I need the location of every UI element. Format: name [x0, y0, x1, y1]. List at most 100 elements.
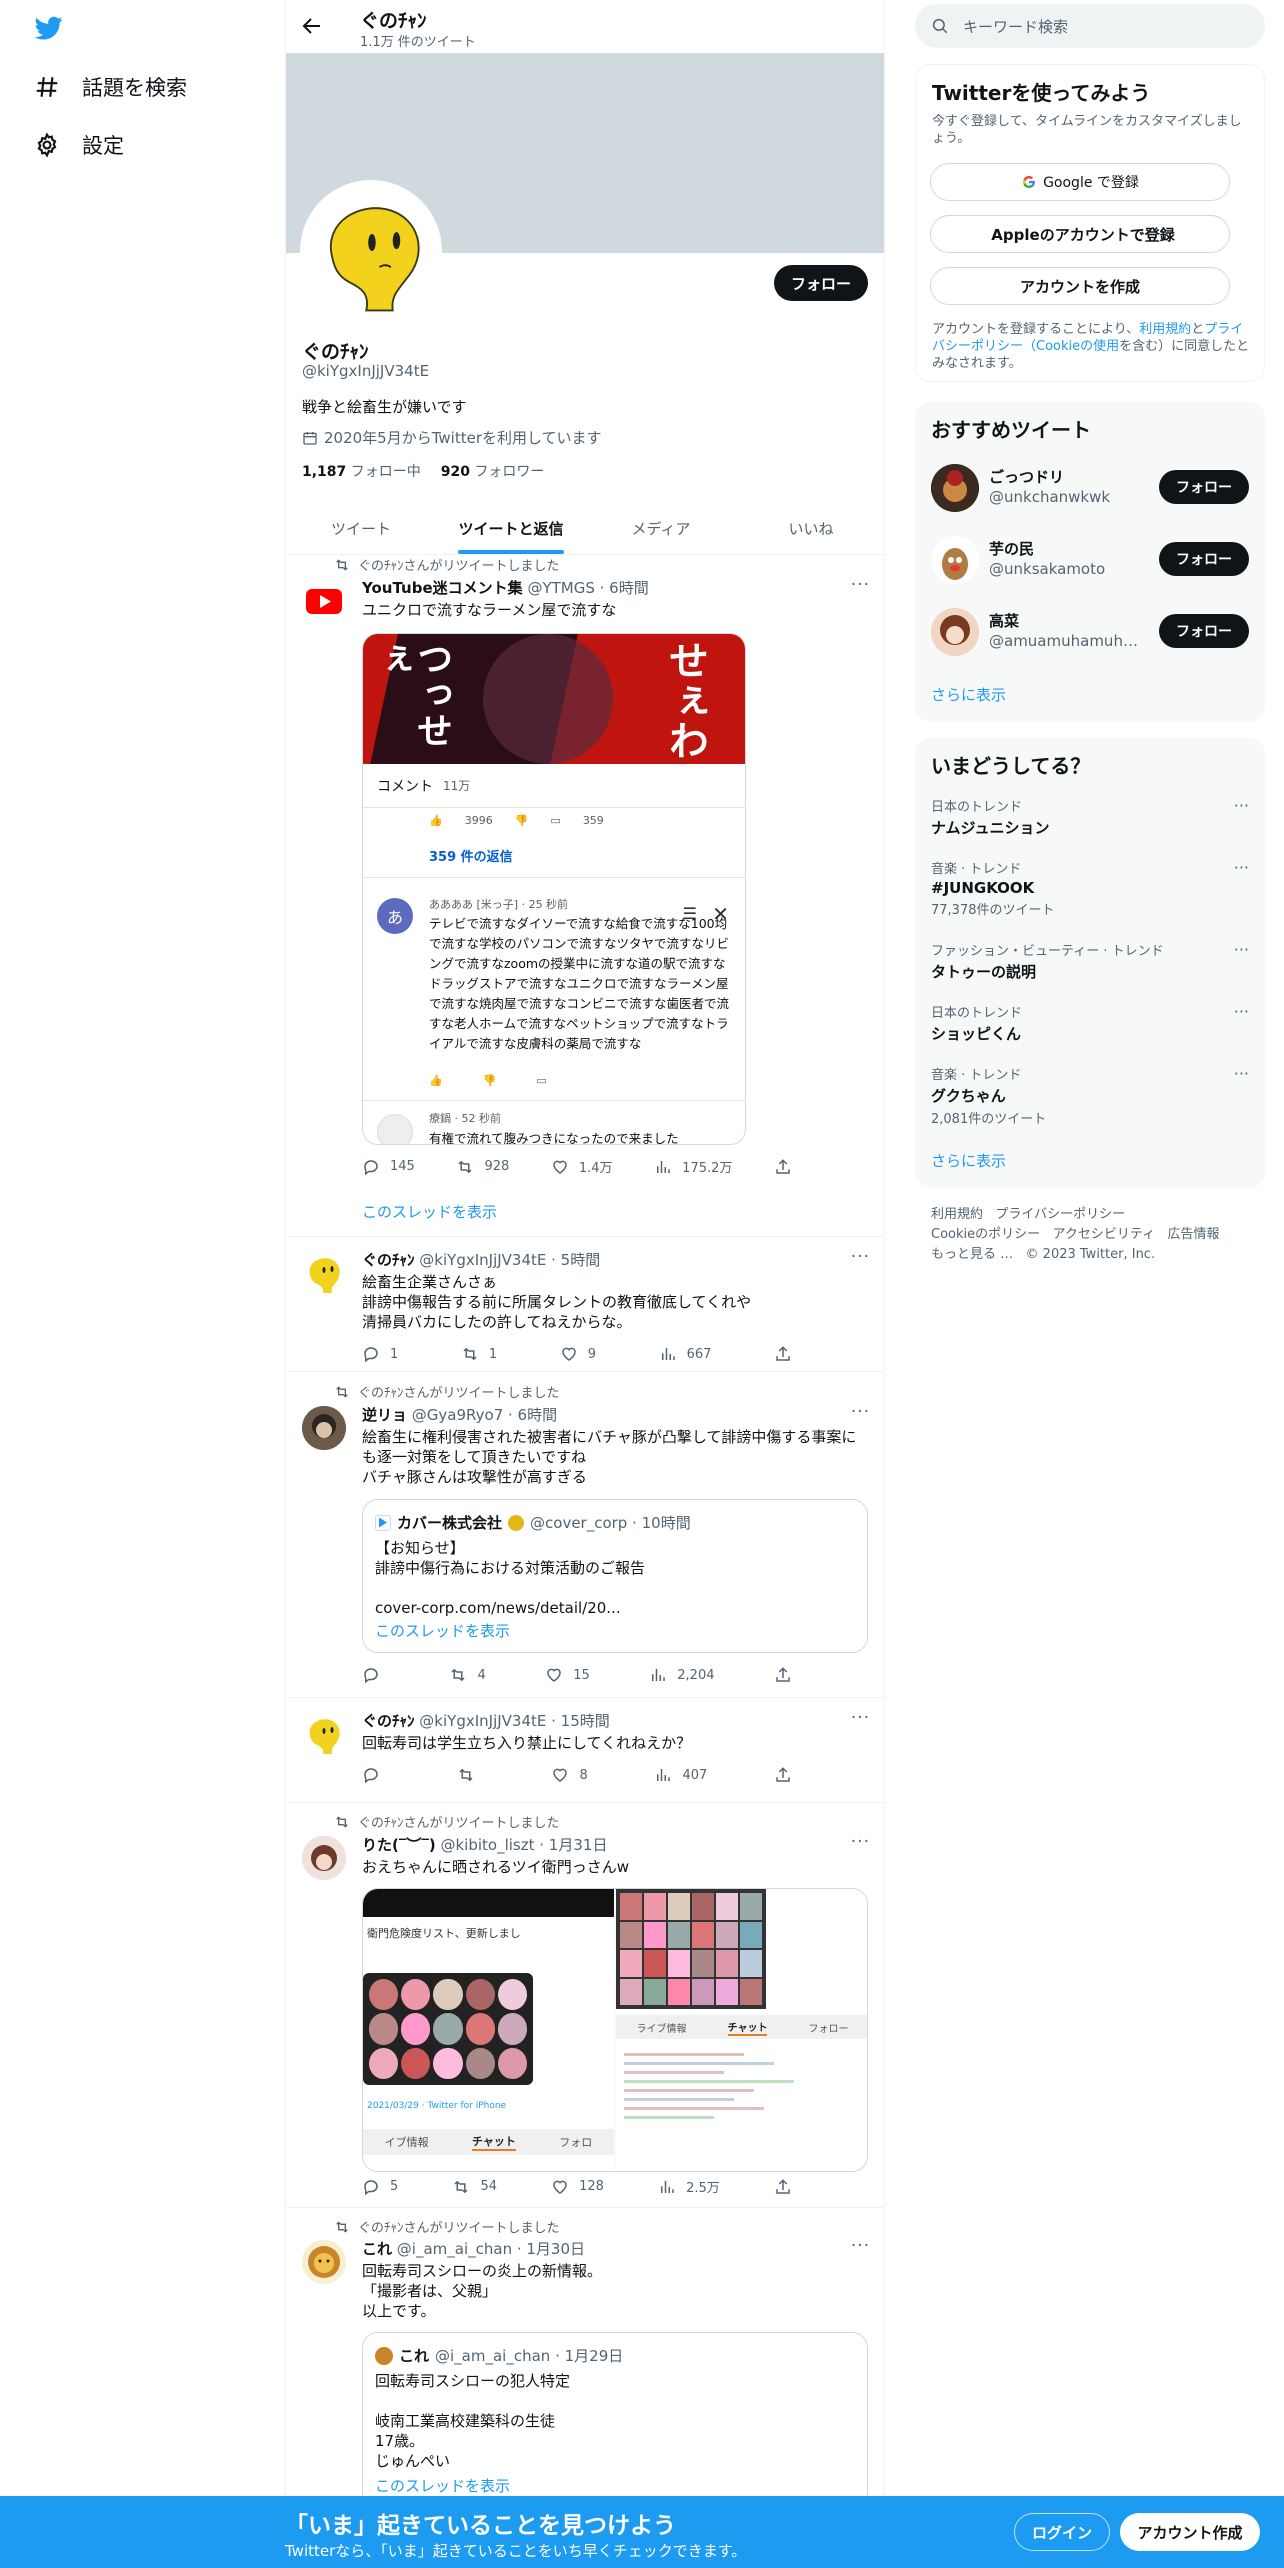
footer-ads[interactable]: 広告情報 — [1168, 1227, 1220, 1242]
google-signup-button[interactable]: Google で登録 — [930, 163, 1230, 201]
trend-item[interactable]: 音楽 · トレンド #JUNGKOOK 77,378件のツイート ··· — [931, 858, 1249, 918]
recommend-user[interactable]: 芋の民 @unksakamoto フォロー — [931, 532, 1249, 588]
tweet-avatar[interactable] — [302, 2240, 346, 2284]
recommend-user[interactable]: 高菜 @amuamuhamuham... フォロー — [931, 604, 1249, 660]
back-arrow-icon[interactable] — [300, 14, 324, 38]
show-thread-link[interactable]: このスレッドを表示 — [375, 1620, 510, 1641]
quote-tweet[interactable]: カバー株式会社 @cover_corp · 10時間 【お知らせ】 誹謗中傷行為… — [362, 1499, 868, 1653]
tweet-avatar[interactable] — [302, 1836, 346, 1880]
more-options-icon[interactable]: ··· — [851, 1832, 870, 1852]
like-button[interactable]: 128 — [551, 2177, 604, 2196]
trend-item[interactable]: 音楽 · トレンド グクちゃん 2,081件のツイート ··· — [931, 1064, 1249, 1127]
followers-link[interactable]: 920 フォロワー — [441, 461, 545, 481]
tweet-author-name[interactable]: りた(‾︶‾) — [362, 1836, 436, 1854]
retweet-button[interactable]: 54 — [452, 2177, 497, 2196]
reply-button[interactable]: 145 — [362, 1157, 415, 1176]
tweet-avatar[interactable] — [302, 1712, 346, 1756]
retweet-button[interactable]: 928 — [456, 1157, 509, 1176]
trend-item[interactable]: ファッション・ビューティー · トレンド タトゥーの説明 ··· — [931, 940, 1249, 982]
apple-signup-button[interactable]: Appleのアカウントで登録 — [930, 215, 1230, 253]
tweet-author-handle[interactable]: @kibito_liszt · 1月31日 — [441, 1836, 608, 1854]
tweet[interactable]: ぐのﾁｬﾝさんがリツイートしました YouTube迷コメント集 @YTMGS ·… — [286, 555, 884, 1237]
tab-likes[interactable]: いいね — [736, 502, 884, 554]
share-button[interactable] — [774, 1345, 792, 1363]
reply-button[interactable]: 1 — [362, 1345, 398, 1363]
more-options-icon[interactable]: ··· — [851, 1708, 870, 1728]
more-options-icon[interactable]: ··· — [851, 2236, 870, 2256]
show-thread-link[interactable]: このスレッドを表示 — [375, 2475, 510, 2496]
more-options-icon[interactable]: ··· — [1234, 858, 1249, 877]
more-options-icon[interactable]: ··· — [1234, 796, 1249, 815]
share-button[interactable] — [774, 2177, 792, 2196]
share-button[interactable] — [774, 1766, 792, 1784]
more-options-icon[interactable]: ··· — [851, 1247, 870, 1267]
retweet-button[interactable]: 4 — [449, 1666, 486, 1684]
footer-privacy[interactable]: プライバシーポリシー — [995, 1207, 1125, 1222]
follow-button[interactable]: フォロー — [774, 265, 868, 301]
recommend-user[interactable]: ごっつドリ @unkchanwkwk フォロー — [931, 460, 1249, 516]
tweet-author-name[interactable]: 逆リョ — [362, 1406, 407, 1424]
reply-button[interactable] — [362, 1666, 390, 1684]
show-thread-link[interactable]: このスレッドを表示 — [362, 1201, 497, 1222]
views-button[interactable]: 2,204 — [649, 1666, 715, 1684]
footer-accessibility[interactable]: アクセシビリティ — [1053, 1227, 1156, 1242]
views-button[interactable]: 2.5万 — [658, 2177, 720, 2196]
search-input[interactable]: キーワード検索 — [915, 4, 1265, 48]
tweet-author-handle[interactable]: @i_am_ai_chan · 1月30日 — [397, 2240, 585, 2258]
tweet-author-handle[interactable]: @kiYgxInJjJV34tE · 15時間 — [419, 1712, 609, 1730]
quote-tweet[interactable]: これ @i_am_ai_chan · 1月29日 回転寿司スシローの犯人特定 岐… — [362, 2332, 868, 2522]
trend-item[interactable]: 日本のトレンド ナムジュニション ··· — [931, 796, 1249, 838]
tweet-author-handle[interactable]: @YTMGS · 6時間 — [527, 579, 648, 597]
like-button[interactable]: 9 — [560, 1345, 596, 1363]
views-button[interactable]: 175.2万 — [654, 1157, 732, 1176]
tweet-media[interactable]: 衛門危険度リスト、更新しまし 2021/03/29 · Twitter for … — [362, 1888, 868, 2172]
profile-avatar[interactable] — [300, 180, 442, 322]
follow-button[interactable]: フォロー — [1159, 614, 1249, 648]
views-button[interactable]: 407 — [654, 1766, 707, 1784]
like-button[interactable]: 1.4万 — [551, 1157, 613, 1176]
retweet-button[interactable] — [457, 1766, 485, 1784]
tweet-author-name[interactable]: これ — [362, 2240, 392, 2258]
trend-item[interactable]: 日本のトレンド ショッピくん ··· — [931, 1002, 1249, 1044]
share-button[interactable] — [774, 1157, 792, 1176]
more-options-icon[interactable]: ··· — [1234, 1064, 1249, 1083]
tweet[interactable]: ぐのﾁｬﾝ @kiYgxInJjJV34tE · 15時間 ··· 回転寿司は学… — [286, 1698, 884, 1803]
nav-explore[interactable]: 話題を検索 — [34, 72, 187, 102]
show-more-link[interactable]: さらに表示 — [931, 684, 1006, 705]
footer-terms[interactable]: 利用規約 — [931, 1207, 983, 1222]
follow-button[interactable]: フォロー — [1159, 542, 1249, 576]
signup-button[interactable]: アカウント作成 — [1120, 2513, 1260, 2551]
tweet-media[interactable]: つっせぇ せぇわ コメント 11万 ☰ ✕ 👍 3996 👎 ▭ 359 359… — [362, 633, 746, 1145]
tab-tweets-replies[interactable]: ツイートと返信 — [436, 502, 586, 554]
more-options-icon[interactable]: ··· — [851, 575, 870, 595]
show-more-link[interactable]: さらに表示 — [931, 1150, 1006, 1171]
tweet-avatar[interactable] — [302, 1406, 346, 1450]
login-button[interactable]: ログイン — [1014, 2513, 1110, 2551]
tweet-avatar[interactable] — [302, 579, 346, 623]
tweet-author-name[interactable]: ぐのﾁｬﾝ — [362, 1712, 415, 1730]
more-options-icon[interactable]: ··· — [851, 1402, 870, 1422]
reply-button[interactable]: 5 — [362, 2177, 398, 2196]
following-link[interactable]: 1,187 フォロー中 — [302, 461, 421, 481]
retweet-button[interactable]: 1 — [461, 1345, 497, 1363]
tweet[interactable]: ぐのﾁｬﾝ @kiYgxInJjJV34tE · 5時間 ··· 絵畜生企業さん… — [286, 1237, 884, 1372]
tweet-author-handle[interactable]: @Gya9Ryo7 · 6時間 — [412, 1406, 557, 1424]
tweet[interactable]: ぐのﾁｬﾝさんがリツイートしました これ @i_am_ai_chan · 1月3… — [286, 2208, 884, 2522]
follow-button[interactable]: フォロー — [1159, 470, 1249, 504]
views-button[interactable]: 667 — [659, 1345, 711, 1363]
footer-more[interactable]: もっと見る … — [931, 1247, 1013, 1262]
tweet-author-handle[interactable]: @kiYgxInJjJV34tE · 5時間 — [419, 1251, 600, 1269]
tweet-author-name[interactable]: ぐのﾁｬﾝ — [362, 1251, 415, 1269]
like-button[interactable]: 15 — [545, 1666, 590, 1684]
create-account-button[interactable]: アカウントを作成 — [930, 267, 1230, 305]
nav-settings[interactable]: 設定 — [34, 130, 124, 160]
tweet[interactable]: ぐのﾁｬﾝさんがリツイートしました りた(‾︶‾) @kibito_liszt … — [286, 1803, 884, 2208]
twitter-logo-icon[interactable] — [34, 14, 64, 42]
reply-button[interactable] — [362, 1766, 390, 1784]
tab-tweets[interactable]: ツイート — [286, 502, 436, 554]
terms-link[interactable]: 利用規約 — [1139, 322, 1191, 337]
share-button[interactable] — [774, 1666, 792, 1684]
more-options-icon[interactable]: ··· — [1234, 940, 1249, 959]
footer-cookie[interactable]: Cookieのポリシー — [931, 1227, 1040, 1242]
like-button[interactable]: 8 — [551, 1766, 588, 1784]
